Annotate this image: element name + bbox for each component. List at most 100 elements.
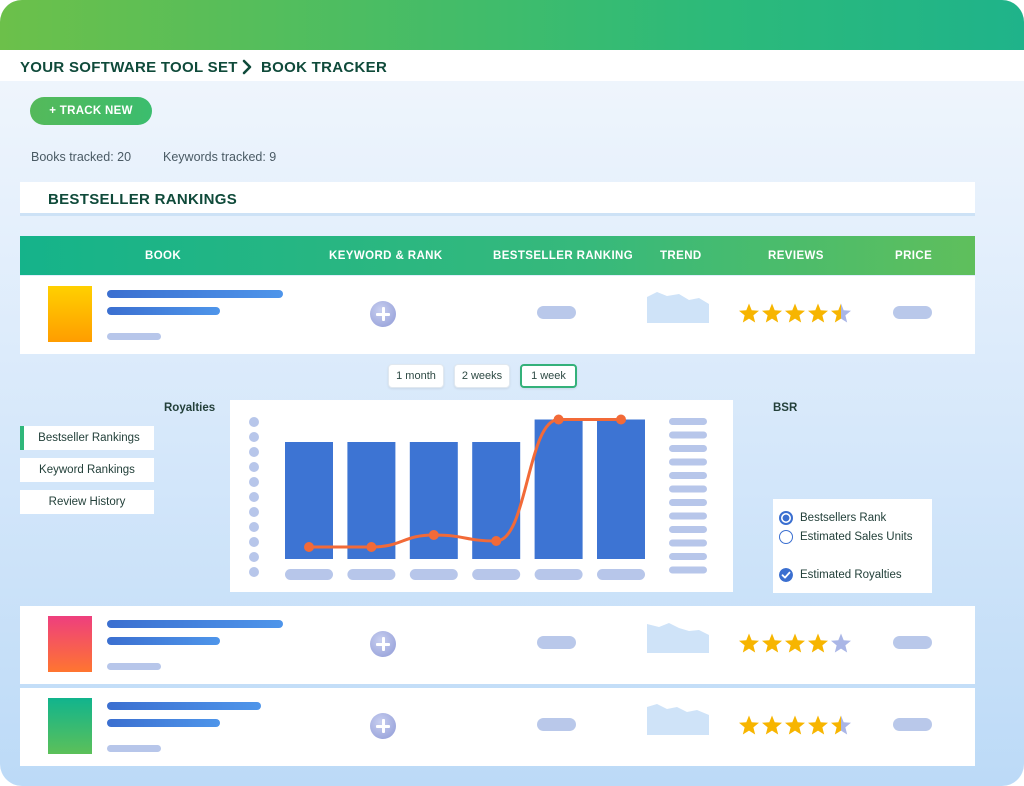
stars-svg xyxy=(739,633,851,653)
books-tracked-stat: Books tracked: 20 xyxy=(31,150,132,164)
column-header-price[interactable]: PRICE xyxy=(895,250,932,262)
legend-estimated-royalties[interactable]: Estimated Royalties xyxy=(779,568,902,582)
bestseller-rank-placeholder xyxy=(537,306,576,319)
chart-bar xyxy=(597,419,645,559)
timeframe-1-week[interactable]: 1 week xyxy=(520,364,577,388)
chevron-right-icon xyxy=(242,59,252,75)
stars-svg xyxy=(739,715,851,735)
side-tab-review-history[interactable]: Review History xyxy=(20,490,154,514)
y2-axis-tick-pill xyxy=(669,485,707,493)
side-tab-bestseller-rankings[interactable]: Bestseller Rankings xyxy=(20,426,154,450)
radio-selected-icon[interactable] xyxy=(779,511,793,525)
y-axis-tick-dot xyxy=(249,417,259,427)
book-cover[interactable] xyxy=(48,698,92,754)
y2-axis-tick-pill xyxy=(669,512,707,520)
add-keyword-button[interactable] xyxy=(370,631,396,657)
star-icon xyxy=(831,715,851,735)
chart-line-point xyxy=(366,542,377,552)
star-icon xyxy=(762,303,782,323)
legend-estimated-sales-units[interactable]: Estimated Sales Units xyxy=(779,530,913,544)
chart-line-point xyxy=(553,414,564,425)
column-header-bestseller-ranking[interactable]: BESTSELLER RANKING xyxy=(493,250,633,262)
breadcrumb-root[interactable]: YOUR SOFTWARE TOOL SET xyxy=(20,59,238,76)
column-header-trend[interactable]: TREND xyxy=(660,250,702,262)
bestseller-rank-placeholder xyxy=(537,636,576,649)
book-author-placeholder xyxy=(107,637,220,645)
chart-line-point xyxy=(491,536,502,546)
y-axis-tick-dot xyxy=(249,432,259,442)
star-icon xyxy=(785,303,805,323)
chart-bar xyxy=(534,419,583,559)
star-icon xyxy=(808,715,828,735)
legend-label: Bestsellers Rank xyxy=(800,512,887,525)
chart-bar xyxy=(409,442,458,559)
timeframe-2-weeks[interactable]: 2 weeks xyxy=(454,364,510,388)
book-author-placeholder xyxy=(107,307,220,315)
rating-stars xyxy=(738,633,853,655)
table-row[interactable] xyxy=(20,276,975,354)
bestseller-rank-placeholder xyxy=(537,718,576,731)
chart-line-point xyxy=(428,530,439,540)
chart-svg xyxy=(249,414,707,580)
column-header-keyword-rank[interactable]: KEYWORD & RANK xyxy=(329,250,443,262)
y2-axis-tick-pill xyxy=(669,472,707,479)
x-axis-tick-pill xyxy=(472,569,521,580)
book-title-placeholder xyxy=(107,702,261,710)
y-axis-tick-dot xyxy=(249,477,259,487)
chart-line-point xyxy=(304,542,314,552)
chart-legend: Bestsellers Rank Estimated Sales Units E… xyxy=(773,499,932,593)
side-tab-keyword-rankings[interactable]: Keyword Rankings xyxy=(20,458,154,482)
book-cover[interactable] xyxy=(48,286,92,342)
y2-axis-tick-pill xyxy=(669,499,707,506)
add-keyword-button[interactable] xyxy=(370,713,396,739)
y2-axis-tick-pill xyxy=(669,526,707,533)
star-icon xyxy=(808,633,828,653)
star-icon xyxy=(739,715,759,735)
y-axis-tick-dot xyxy=(249,522,259,532)
price-placeholder xyxy=(893,306,932,319)
star-icon xyxy=(808,303,828,323)
radio-empty-icon[interactable] xyxy=(779,530,793,544)
x-axis-tick-pill xyxy=(409,569,458,580)
section-title: BESTSELLER RANKINGS xyxy=(48,191,238,208)
left-axis-title: Royalties xyxy=(164,402,216,414)
trend-sparkline xyxy=(647,292,709,323)
star-icon xyxy=(831,303,851,323)
track-new-button[interactable]: + TRACK NEW xyxy=(30,97,152,125)
x-axis-tick-pill xyxy=(534,569,583,580)
timeframe-1-month[interactable]: 1 month xyxy=(388,364,444,388)
book-meta-placeholder xyxy=(107,745,161,752)
book-meta-placeholder xyxy=(107,333,161,340)
y2-axis-tick-pill xyxy=(669,553,707,560)
price-placeholder xyxy=(893,636,932,649)
table-row[interactable] xyxy=(20,688,975,766)
column-header-book[interactable]: BOOK xyxy=(145,250,181,262)
x-axis-tick-pill xyxy=(347,569,396,580)
check-circle-icon[interactable] xyxy=(779,568,793,582)
y-axis-tick-dot xyxy=(249,492,259,502)
chart-panel xyxy=(230,400,733,592)
rating-stars xyxy=(738,715,853,737)
legend-bestsellers-rank[interactable]: Bestsellers Rank xyxy=(779,511,886,525)
star-icon xyxy=(762,715,782,735)
y-axis-tick-dot xyxy=(249,447,259,457)
price-placeholder xyxy=(893,718,932,731)
book-title-placeholder xyxy=(107,290,283,298)
book-cover[interactable] xyxy=(48,616,92,672)
chart-line-point xyxy=(616,414,626,425)
star-icon xyxy=(762,633,782,653)
top-bar xyxy=(0,0,1024,50)
y-axis-tick-dot xyxy=(249,507,259,517)
add-keyword-button[interactable] xyxy=(370,301,396,327)
table-row[interactable] xyxy=(20,606,975,684)
column-header-reviews[interactable]: REVIEWS xyxy=(768,250,824,262)
rating-stars xyxy=(738,303,853,325)
chart-bar xyxy=(285,442,333,559)
y2-axis-tick-pill xyxy=(669,539,707,547)
legend-label: Estimated Royalties xyxy=(800,569,902,582)
x-axis-tick-pill xyxy=(597,569,645,580)
book-author-placeholder xyxy=(107,719,220,727)
legend-label: Estimated Sales Units xyxy=(800,531,913,544)
y-axis-tick-dot xyxy=(249,552,259,562)
y-axis-tick-dot xyxy=(249,567,259,577)
